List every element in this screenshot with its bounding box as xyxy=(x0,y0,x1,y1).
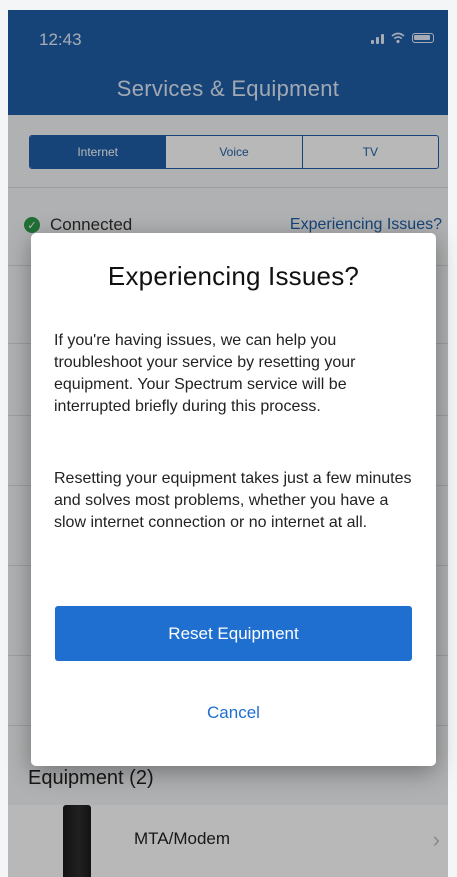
dialog-message-2: Resetting your equipment takes just a fe… xyxy=(54,470,412,531)
app-screen: 12:43 Services & Equipment Internet Voic… xyxy=(0,0,457,877)
reset-equipment-button[interactable]: Reset Equipment xyxy=(55,606,412,661)
dialog-message-1: If you're having issues, we can help you… xyxy=(54,332,356,415)
cancel-button[interactable]: Cancel xyxy=(55,691,412,735)
issues-dialog: Experiencing Issues? If you're having is… xyxy=(31,233,436,766)
dialog-title: Experiencing Issues? xyxy=(107,261,360,291)
